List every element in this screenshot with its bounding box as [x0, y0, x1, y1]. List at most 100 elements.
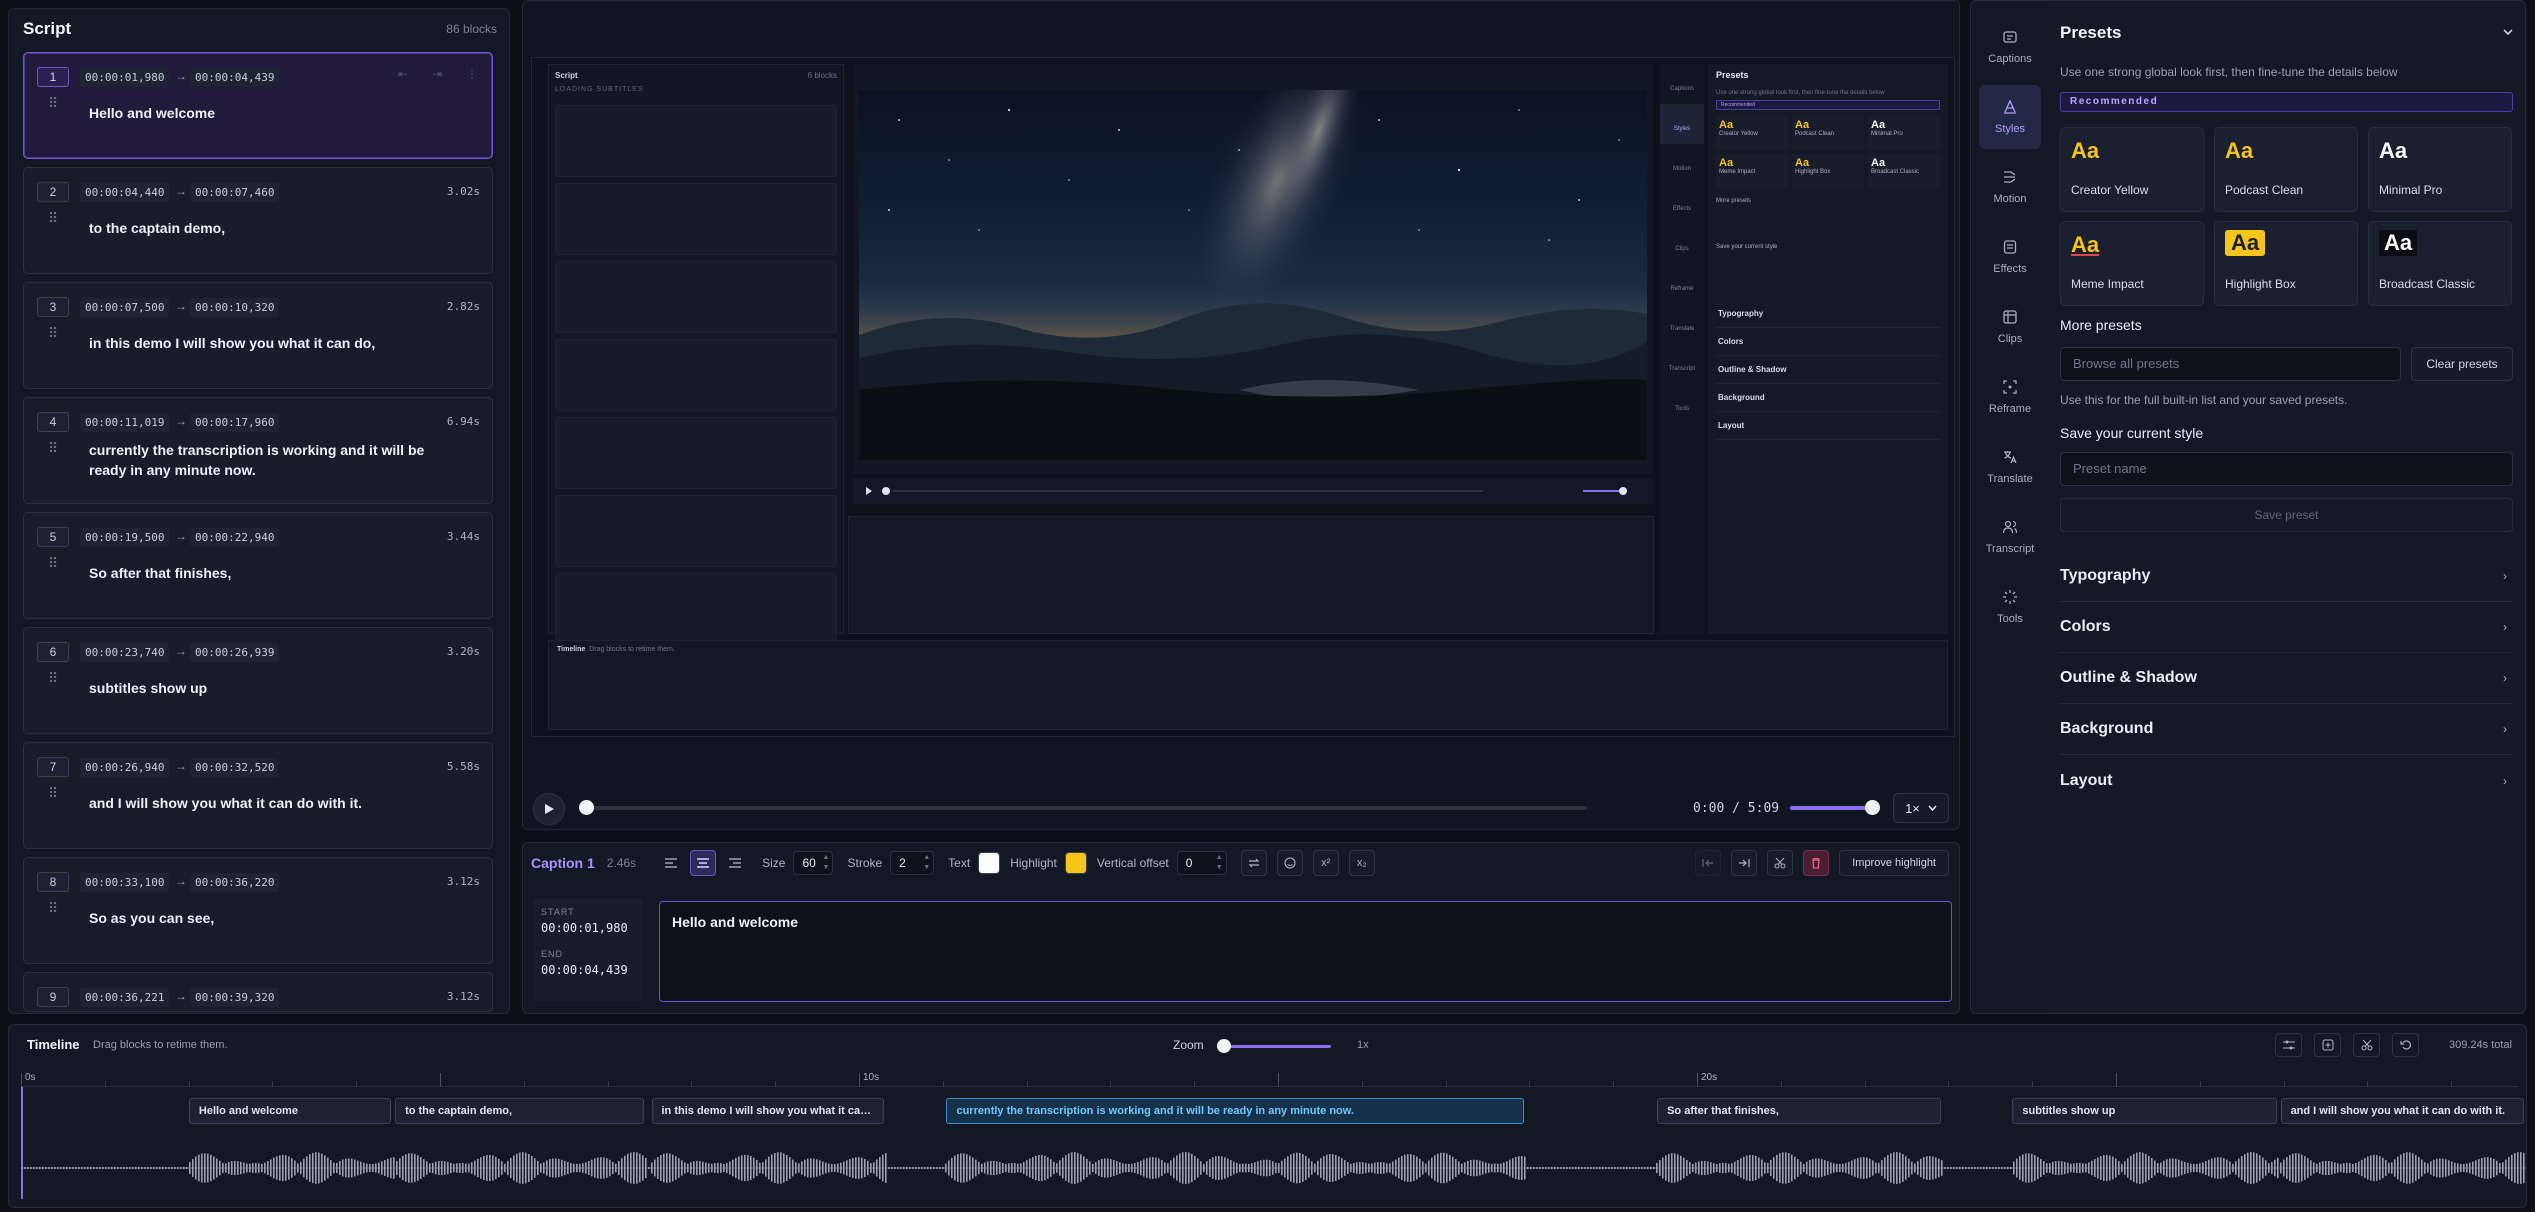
section-background[interactable]: Background ›: [2060, 704, 2513, 755]
align-left-button[interactable]: [658, 850, 684, 876]
block-end-time[interactable]: 00:00:10,320: [190, 298, 280, 317]
zoom-handle[interactable]: [1217, 1039, 1231, 1053]
block-text[interactable]: So after that finishes,: [89, 563, 452, 583]
timeline-segment[interactable]: So after that finishes,: [1657, 1098, 1942, 1124]
volume-handle[interactable]: [1865, 800, 1880, 815]
block-end-time[interactable]: 00:00:26,939: [190, 643, 280, 662]
swap-button[interactable]: [1240, 850, 1267, 876]
script-block[interactable]: 7 00:00:26,940 → 00:00:32,520 5.58s ⠿ and I wi…: [23, 742, 493, 849]
play-button[interactable]: [533, 793, 565, 825]
size-input[interactable]: 60 ▲ ▼: [793, 851, 834, 875]
script-block[interactable]: 2 00:00:04,440 → 00:00:07,460 3.02s ⠿ to the c…: [23, 167, 493, 274]
vertical-offset-input[interactable]: 0 ▲ ▼: [1176, 851, 1227, 875]
caption-text-input[interactable]: Hello and welcome: [659, 901, 1952, 1002]
block-start-time[interactable]: 00:00:04,440: [80, 183, 170, 202]
block-end-time[interactable]: 00:00:39,320: [190, 988, 280, 1007]
audio-waveform[interactable]: [21, 1133, 2527, 1203]
section-colors[interactable]: Colors ›: [2060, 602, 2513, 653]
script-block[interactable]: 3 00:00:07,500 → 00:00:10,320 2.82s ⠿ in this …: [23, 282, 493, 389]
block-start-time[interactable]: 00:00:23,740: [80, 643, 170, 662]
block-text[interactable]: subtitles show up: [89, 678, 452, 698]
rail-item-clips[interactable]: Clips: [1979, 295, 2041, 359]
timeline-ruler[interactable]: 0s 10s 20s: [21, 1073, 2518, 1087]
block-end-time[interactable]: 00:00:32,520: [190, 758, 280, 777]
volume-slider[interactable]: [1790, 800, 1880, 815]
rail-item-styles[interactable]: Styles: [1979, 85, 2041, 149]
block-end-time[interactable]: 00:00:04,439: [190, 68, 280, 87]
drag-handle-icon[interactable]: ⠿: [48, 441, 58, 455]
block-end-time[interactable]: 00:00:22,940: [190, 528, 280, 547]
preset-card-broadcast-classic[interactable]: Aa Broadcast Classic: [2368, 221, 2512, 306]
timeline-segment[interactable]: currently the transcription is working a…: [946, 1098, 1525, 1124]
scrubber-handle[interactable]: [579, 800, 594, 815]
zoom-slider[interactable]: [1217, 1039, 1331, 1053]
merge-next-button[interactable]: [1731, 850, 1758, 876]
preset-card-meme-impact[interactable]: Aa Meme Impact: [2060, 221, 2204, 306]
playback-scrubber[interactable]: [579, 800, 1587, 815]
preset-card-minimal-pro[interactable]: Aa Minimal Pro: [2368, 127, 2512, 212]
align-right-button[interactable]: [722, 850, 748, 876]
drag-handle-icon[interactable]: ⠿: [48, 211, 58, 225]
stroke-input[interactable]: 2 ▲ ▼: [890, 851, 935, 875]
timeline-segment[interactable]: to the captain demo,: [395, 1098, 645, 1124]
save-preset-button[interactable]: Save preset: [2060, 498, 2513, 532]
block-start-time[interactable]: 00:00:07,500: [80, 298, 170, 317]
preset-card-podcast-clean[interactable]: Aa Podcast Clean: [2214, 127, 2358, 212]
script-block[interactable]: 8 00:00:33,100 → 00:00:36,220 3.12s ⠿ So as yo…: [23, 857, 493, 964]
block-end-time[interactable]: 00:00:36,220: [190, 873, 280, 892]
timeline-segment[interactable]: Hello and welcome: [188, 1098, 392, 1124]
split-tool-button[interactable]: [2353, 1033, 2380, 1057]
align-center-button[interactable]: [690, 850, 717, 876]
drag-handle-icon[interactable]: ⠿: [48, 326, 58, 340]
rail-item-tools[interactable]: Tools: [1979, 575, 2041, 639]
more-icon[interactable]: ⋮: [466, 67, 478, 81]
timeline-segment[interactable]: subtitles show up: [2012, 1098, 2277, 1124]
add-block-button[interactable]: [2314, 1033, 2341, 1057]
block-end-time[interactable]: 00:00:17,960: [190, 413, 280, 432]
improve-highlight-button[interactable]: Improve highlight: [1839, 850, 1949, 876]
stroke-stepper-icon[interactable]: ▲ ▼: [923, 853, 930, 873]
timeline-segment[interactable]: in this demo I will show you what it can…: [651, 1098, 884, 1124]
block-start-time[interactable]: 00:00:36,221: [80, 988, 170, 1007]
timeline-segment[interactable]: and I will show you what it can do with …: [2280, 1098, 2524, 1124]
clear-presets-button[interactable]: Clear presets: [2411, 347, 2513, 381]
drag-handle-icon[interactable]: ⠿: [48, 96, 58, 110]
script-block[interactable]: 900:00:36,221→00:00:39,3203.12s⠿: [23, 972, 493, 1012]
drag-handle-icon[interactable]: ⠿: [48, 901, 58, 915]
block-text[interactable]: in this demo I will show you what it can…: [89, 333, 452, 353]
section-layout[interactable]: Layout ›: [2060, 755, 2513, 806]
script-block[interactable]: 5 00:00:19,500 → 00:00:22,940 3.44s ⠿ So after…: [23, 512, 493, 619]
browse-presets-select[interactable]: Browse all presets: [2060, 347, 2401, 381]
merge-previous-icon[interactable]: ⇤: [398, 67, 408, 81]
delete-button[interactable]: [1803, 850, 1830, 876]
rail-item-transcript[interactable]: Transcript: [1979, 505, 2041, 569]
block-text[interactable]: and I will show you what it can do with …: [89, 793, 452, 813]
offset-stepper-icon[interactable]: ▲ ▼: [1216, 853, 1223, 873]
superscript-button[interactable]: x²: [1312, 850, 1339, 876]
emoji-button[interactable]: [1276, 850, 1303, 876]
block-start-time[interactable]: 00:00:11,019: [80, 413, 170, 432]
rail-item-captions[interactable]: Captions: [1979, 15, 2041, 79]
script-block[interactable]: 4 00:00:11,019 → 00:00:17,960 6.94s ⠿ currentl…: [23, 397, 493, 504]
preset-name-input[interactable]: Preset name: [2060, 452, 2513, 486]
preset-card-highlight-box[interactable]: Aa Highlight Box: [2214, 221, 2358, 306]
start-time-field[interactable]: 00:00:01,980: [541, 921, 635, 935]
merge-next-icon[interactable]: ⇥: [432, 67, 442, 81]
rail-item-motion[interactable]: Motion: [1979, 155, 2041, 219]
preview-frame[interactable]: Script 6 blocks LOADING SUBTITLES Captio…: [531, 57, 1955, 737]
snap-button[interactable]: [2275, 1033, 2302, 1057]
presets-collapse-button[interactable]: [2503, 25, 2513, 39]
drag-handle-icon[interactable]: ⠿: [48, 556, 58, 570]
preset-card-creator-yellow[interactable]: Aa Creator Yellow: [2060, 127, 2204, 212]
text-color-swatch[interactable]: [978, 852, 1001, 874]
end-time-field[interactable]: 00:00:04,439: [541, 963, 635, 977]
block-start-time[interactable]: 00:00:26,940: [80, 758, 170, 777]
script-block[interactable]: 6 00:00:23,740 → 00:00:26,939 3.20s ⠿ subtitle…: [23, 627, 493, 734]
highlight-color-swatch[interactable]: [1064, 852, 1087, 874]
section-typography[interactable]: Typography ›: [2060, 551, 2513, 602]
drag-handle-icon[interactable]: ⠿: [48, 671, 58, 685]
drag-handle-icon[interactable]: ⠿: [48, 786, 58, 800]
rail-item-translate[interactable]: Translate: [1979, 435, 2041, 499]
section-outline-shadow[interactable]: Outline & Shadow ›: [2060, 653, 2513, 704]
block-start-time[interactable]: 00:00:33,100: [80, 873, 170, 892]
